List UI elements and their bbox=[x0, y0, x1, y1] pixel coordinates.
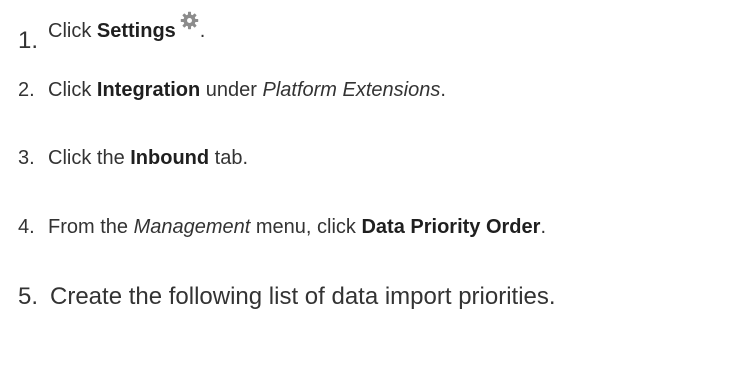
step-text: Click bbox=[48, 20, 97, 42]
step-number: 4. bbox=[18, 216, 35, 238]
step-text: From the bbox=[48, 216, 134, 238]
step-text-end: tab. bbox=[209, 147, 249, 169]
data-priority-order-label: Data Priority Order bbox=[361, 216, 541, 238]
step-text-middle: menu, click bbox=[250, 216, 362, 238]
step-text: Click the bbox=[48, 147, 131, 169]
instruction-list: 1. Click Settings . 2. Click Integration u… bbox=[0, 0, 754, 370]
step-2: 2. Click Integration under Platform Exten… bbox=[18, 78, 446, 102]
step-text-end: . bbox=[199, 20, 206, 42]
step-3: 3. Click the Inbound tab. bbox=[18, 146, 248, 170]
step-text-end: . bbox=[440, 79, 446, 101]
integration-label: Integration bbox=[96, 79, 201, 101]
step-number: 3. bbox=[18, 147, 35, 169]
step-number: 2. bbox=[18, 79, 35, 101]
platform-extensions-label: Platform Extensions bbox=[262, 79, 441, 101]
step-number: 1. bbox=[18, 27, 39, 54]
step-1: 1. Click Settings . bbox=[18, 11, 206, 53]
step-5: 5. Create the following list of data impo… bbox=[18, 283, 556, 311]
step-number: 5. bbox=[18, 283, 39, 310]
step-text-end: . bbox=[540, 216, 546, 238]
inbound-tab-label: Inbound bbox=[130, 147, 210, 169]
gear-icon bbox=[180, 11, 199, 30]
settings-label: Settings bbox=[96, 20, 176, 42]
management-menu-label: Management bbox=[133, 216, 251, 238]
step-text-middle: under bbox=[200, 79, 263, 101]
step-4: 4. From the Management menu, click Data P… bbox=[18, 215, 546, 239]
step-text: Click bbox=[48, 79, 97, 101]
step-text: Create the following list of data import… bbox=[50, 283, 556, 310]
